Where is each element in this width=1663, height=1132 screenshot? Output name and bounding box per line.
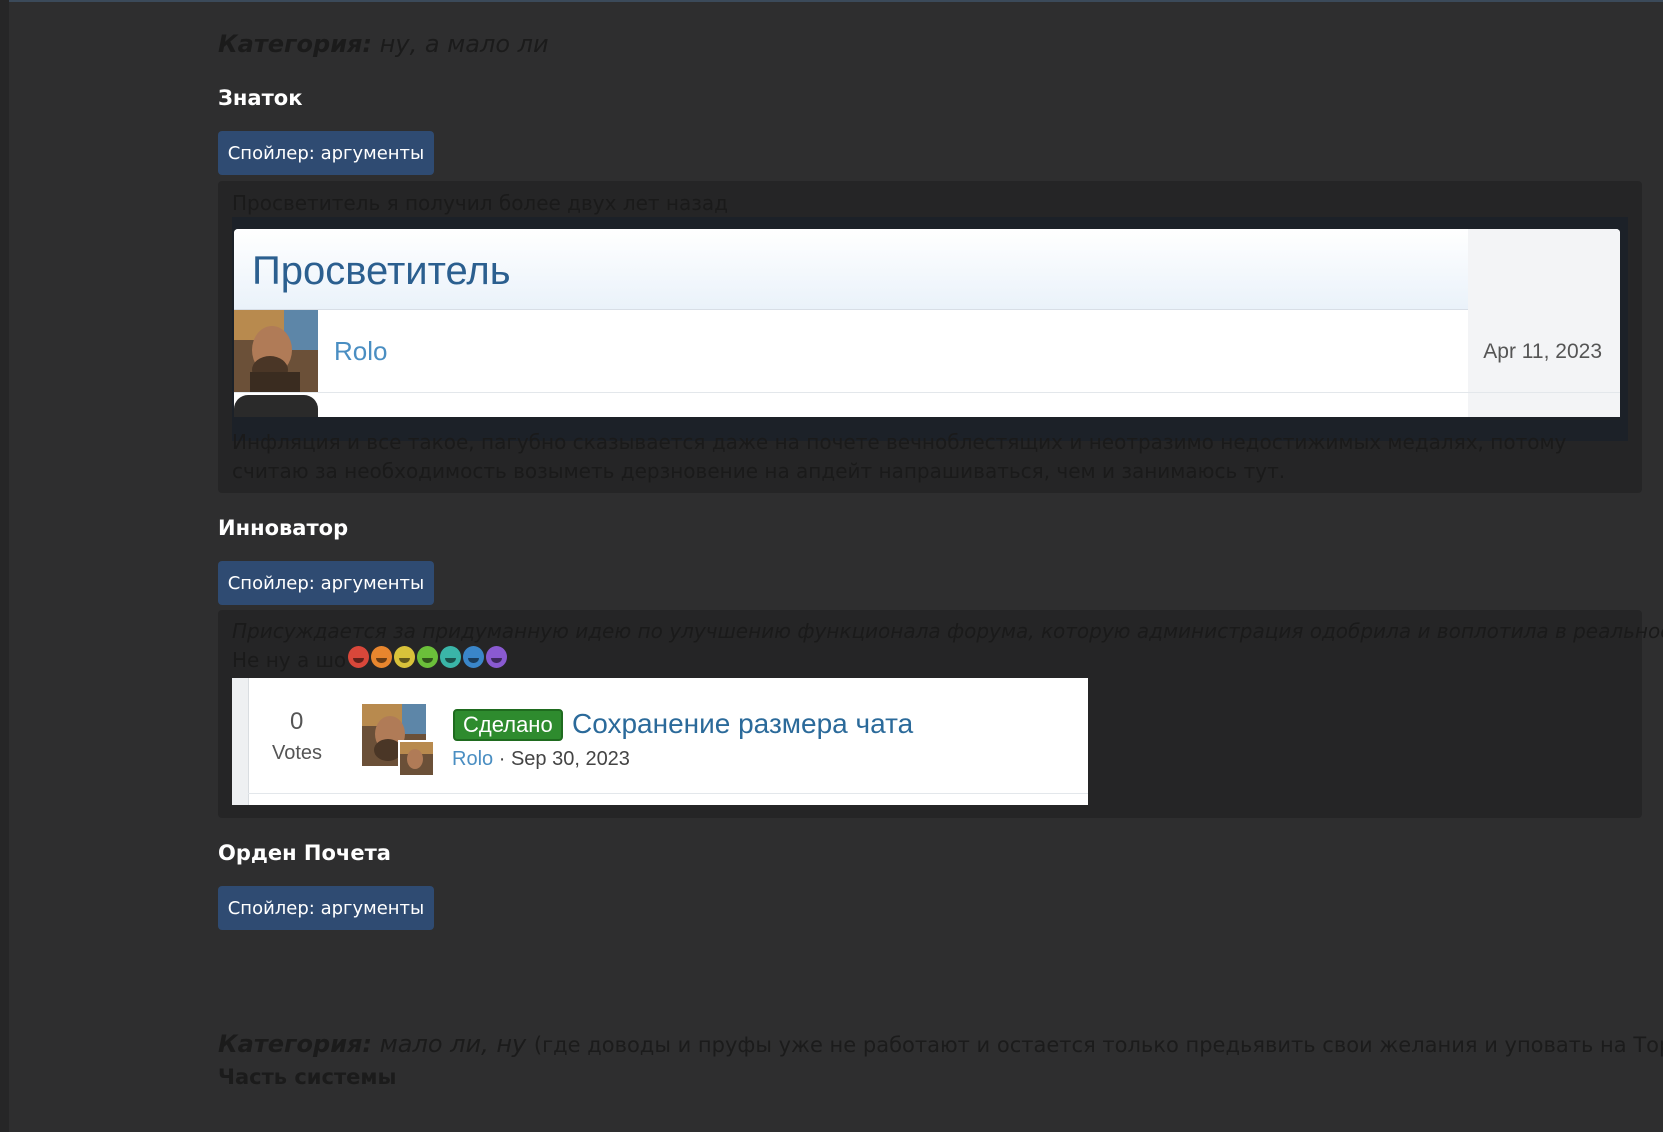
category-heading-2: Категория: мало ли, ну (где доводы и пру… <box>218 1030 1663 1058</box>
dialog-username: Rolo <box>334 336 388 366</box>
spoiler-remark: Не ну а шо <box>232 648 346 672</box>
category-label: Категория: <box>218 30 373 58</box>
spoiler-intro-text: Присуждается за придуманную идею по улуч… <box>232 619 1663 643</box>
spoiler-content-znatok: Просветитель я получил более двух лет на… <box>218 181 1642 493</box>
laugh-emoji-icon <box>440 646 461 668</box>
votes-count: 0 <box>290 708 304 735</box>
medal-dialog: Просветитель × Rolo Apr 11, 2023 <box>234 229 1620 417</box>
medal-title-znatok: Знаток <box>218 86 303 110</box>
assignee-avatar <box>398 740 435 777</box>
suggestion-meta: Rolo · Sep 30, 2023 <box>452 748 630 771</box>
meta-separator: · <box>498 748 506 770</box>
embedded-screenshot-suggestion: 0 Votes Сделано Сохранение размера чата … <box>232 678 1088 805</box>
laugh-emoji-icon <box>417 646 438 668</box>
spoiler-body-text: Инфляция и все такое, пагубно сказываетс… <box>232 430 1567 483</box>
laugh-emoji-icon <box>371 646 392 668</box>
spoiler-button-order[interactable]: Спойлер: аргументы <box>218 886 434 930</box>
votes-label: Votes <box>272 742 323 764</box>
category-heading-1: Категория: ну, а мало ли <box>218 30 549 58</box>
dialog-title: Просветитель <box>252 249 511 293</box>
laugh-emoji-icon <box>394 646 415 668</box>
laugh-emoji-icon <box>348 646 369 668</box>
top-edge <box>0 0 1663 2</box>
emoji-row <box>348 646 507 668</box>
card-left-rule <box>232 678 249 805</box>
status-badge: Сделано <box>453 709 563 741</box>
spoiler-intro-text: Просветитель я получил более двух лет на… <box>232 191 728 215</box>
remark-text: Не ну а шо <box>232 648 347 672</box>
laugh-emoji-icon <box>463 646 484 668</box>
spoiler-button-innovator[interactable]: Спойлер: аргументы <box>218 561 434 605</box>
category-text: мало ли, ну <box>379 1030 527 1058</box>
medal-title-innovator: Инноватор <box>218 516 349 540</box>
dialog-date: Apr 11, 2023 <box>1483 340 1602 363</box>
second-avatar-partial <box>234 395 318 417</box>
dialog-header: Просветитель × <box>234 229 1620 310</box>
user-avatar <box>234 310 318 392</box>
embedded-screenshot-medal: Просветитель × Rolo Apr 11, 2023 <box>232 217 1628 441</box>
category-label: Категория: <box>218 1030 373 1058</box>
suggestion-date: Sep 30, 2023 <box>510 748 630 770</box>
section-subtitle: Часть системы <box>218 1065 397 1089</box>
suggestion-title: Сохранение размера чата <box>572 708 914 739</box>
category-note: (где доводы и пруфы уже не работают и ос… <box>533 1033 1663 1057</box>
card-divider <box>248 793 1088 794</box>
dialog-user-row: Rolo Apr 11, 2023 <box>234 310 1620 393</box>
category-text: ну, а мало ли <box>379 30 549 58</box>
suggestion-author: Rolo <box>452 748 494 770</box>
spoiler-content-innovator: Присуждается за придуманную идею по улуч… <box>218 610 1663 818</box>
medal-title-order: Орден Почета <box>218 841 391 865</box>
spoiler-button-znatok[interactable]: Спойлер: аргументы <box>218 131 434 175</box>
left-gutter <box>0 0 9 1132</box>
laugh-emoji-icon <box>486 646 507 668</box>
